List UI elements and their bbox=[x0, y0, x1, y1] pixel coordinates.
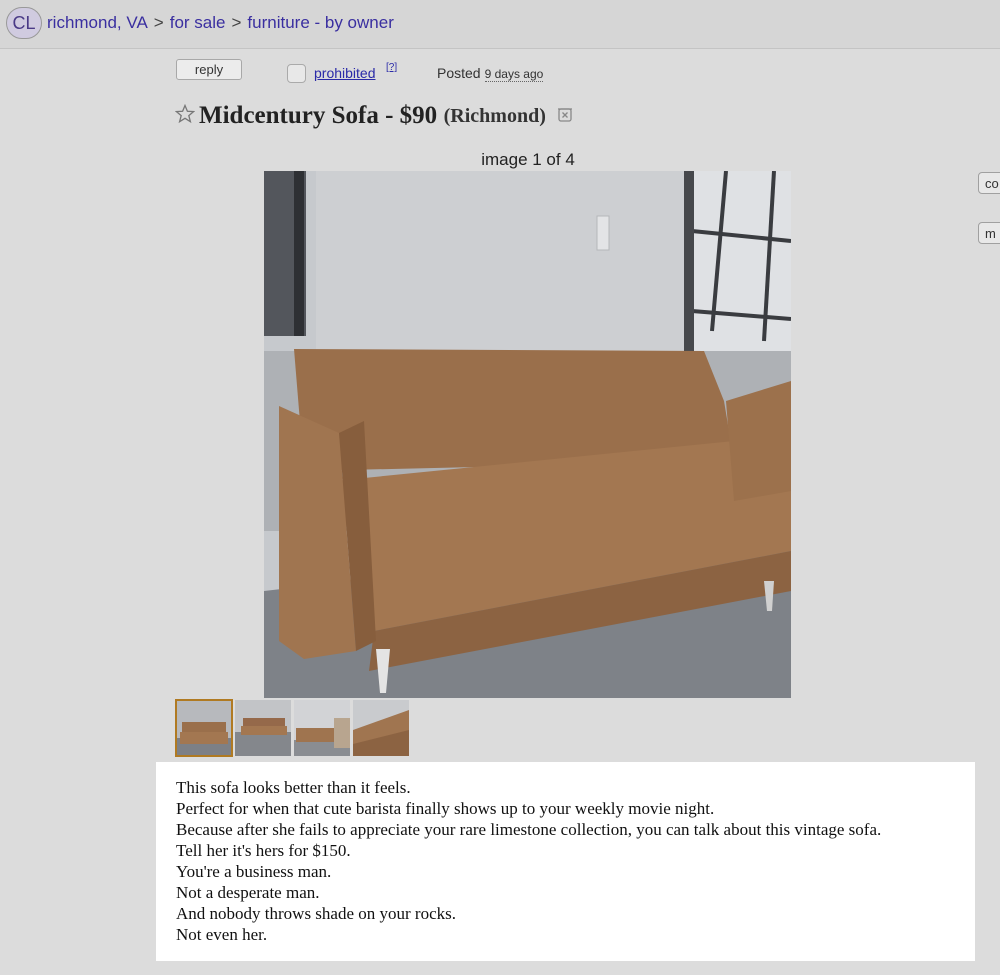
body-line: This sofa looks better than it feels. bbox=[176, 778, 411, 797]
body-line: Not a desperate man. bbox=[176, 883, 320, 902]
flag-checkbox[interactable] bbox=[287, 64, 306, 83]
breadcrumb-furniture[interactable]: furniture - by owner bbox=[247, 13, 393, 32]
body-line: Tell her it's hers for $150. bbox=[176, 841, 351, 860]
posting-title-row: Midcentury Sofa - $90 (Richmond) bbox=[174, 102, 574, 130]
reply-button[interactable]: reply bbox=[176, 59, 242, 80]
posted-ago: 9 days ago bbox=[484, 67, 544, 82]
posted-label: Posted bbox=[437, 65, 481, 81]
body-line: And nobody throws shade on your rocks. bbox=[176, 904, 456, 923]
body-line: Because after she fails to appreciate yo… bbox=[176, 820, 882, 839]
posting-neighborhood: (Richmond) bbox=[443, 104, 546, 127]
hide-icon[interactable] bbox=[556, 105, 574, 128]
craigslist-logo[interactable]: CL bbox=[6, 7, 42, 39]
thumbnail-1[interactable] bbox=[175, 699, 233, 757]
posted-date: Posted 9 days ago bbox=[437, 65, 544, 82]
body-line: Not even her. bbox=[176, 925, 268, 944]
breadcrumb-city[interactable]: richmond, VA bbox=[47, 13, 148, 32]
side-button-2[interactable]: m bbox=[978, 222, 1000, 244]
thumbnail-2[interactable] bbox=[235, 700, 291, 756]
breadcrumb-separator: > bbox=[153, 13, 164, 32]
prohibited-flag-link[interactable]: prohibited bbox=[314, 65, 376, 81]
main-photo[interactable] bbox=[264, 171, 791, 698]
flag-help-link[interactable]: [?] bbox=[386, 62, 397, 73]
breadcrumb: richmond, VA > for sale > furniture - by own… bbox=[47, 13, 394, 33]
thumbnail-4[interactable] bbox=[353, 700, 409, 756]
breadcrumb-for-sale[interactable]: for sale bbox=[170, 13, 226, 32]
breadcrumb-separator: > bbox=[231, 13, 242, 32]
body-line: Perfect for when that cute barista final… bbox=[176, 799, 715, 818]
body-line: You're a business man. bbox=[176, 862, 332, 881]
star-icon[interactable] bbox=[174, 103, 196, 129]
top-bar: CL richmond, VA > for sale > furniture - by … bbox=[0, 0, 1000, 49]
thumbnail-3[interactable] bbox=[294, 700, 350, 756]
side-button-1[interactable]: co bbox=[978, 172, 1000, 194]
posting-title: Midcentury Sofa - $90 bbox=[199, 102, 438, 129]
posting-body: This sofa looks better than it feels. Pe… bbox=[156, 762, 975, 961]
image-counter: image 1 of 4 bbox=[481, 150, 575, 169]
